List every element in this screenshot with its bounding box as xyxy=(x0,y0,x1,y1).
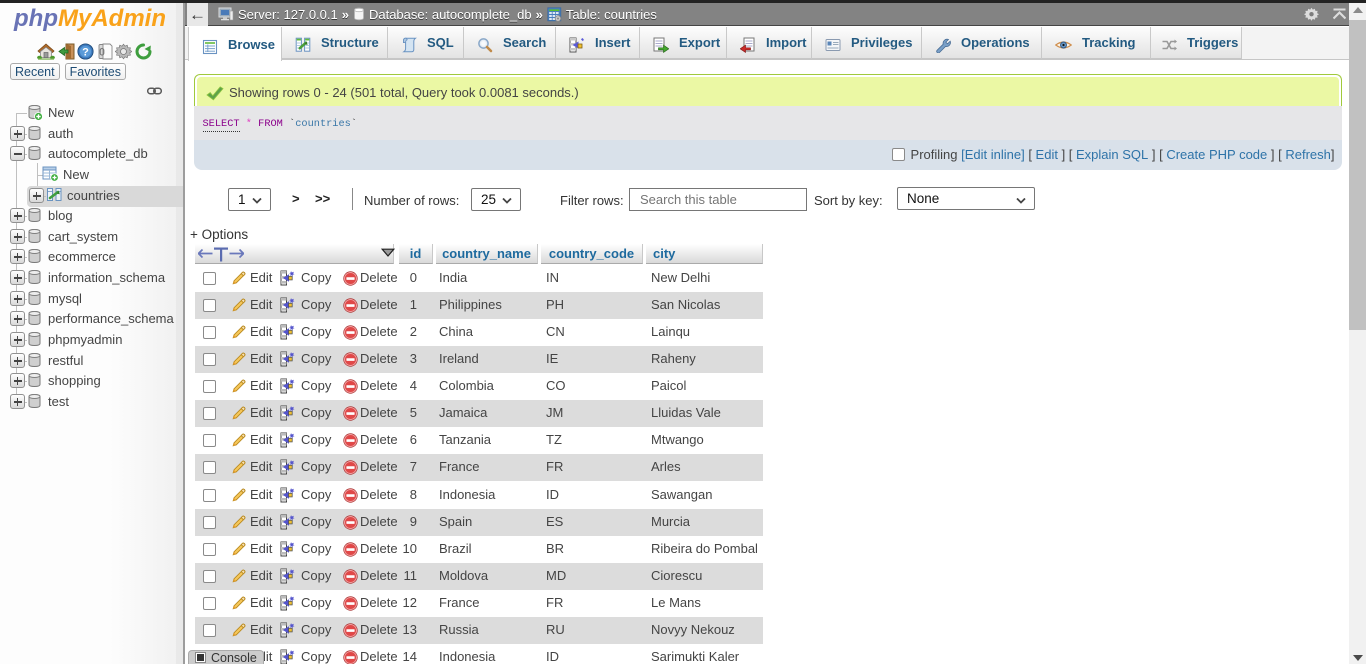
svg-text:?: ? xyxy=(82,46,89,58)
